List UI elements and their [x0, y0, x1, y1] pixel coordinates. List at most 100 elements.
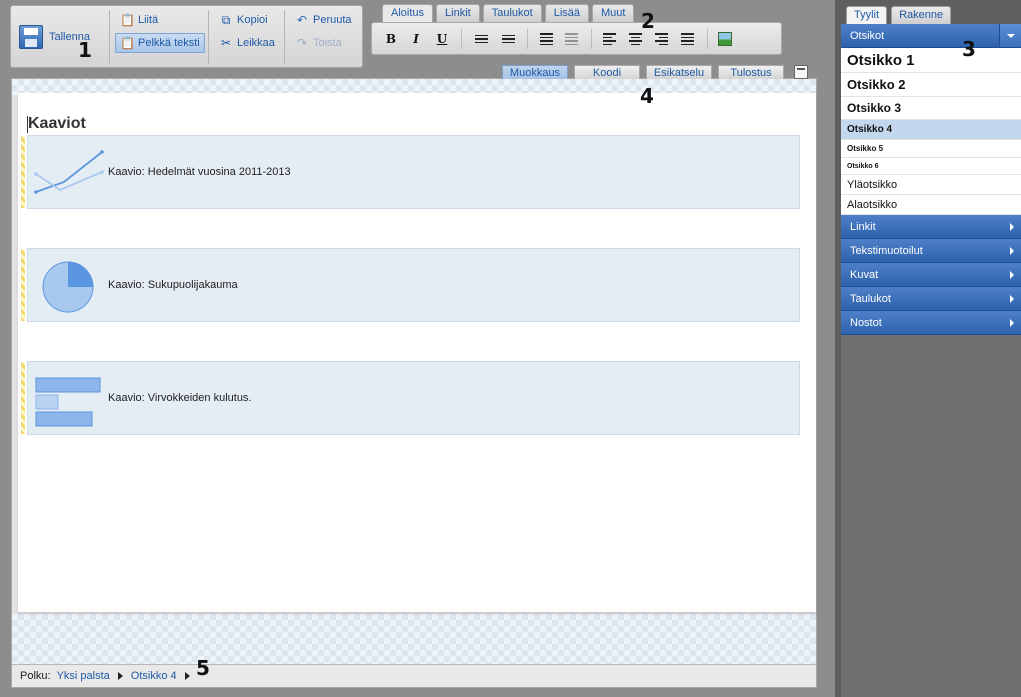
editor-mode-tabs: Muokkaus Koodi Esikatselu Tulostus: [502, 65, 808, 80]
toolbar-divider: [461, 29, 462, 49]
floppy-disk-icon: [19, 25, 43, 49]
section-label: Kuvat: [850, 269, 879, 281]
section-label: Taulukot: [850, 293, 891, 305]
toolbar-divider: [208, 10, 209, 64]
styles-panel: Otsikot Otsikko 1 Otsikko 2 Otsikko 3 Ot…: [841, 24, 1021, 697]
checker-background-bottom: [12, 614, 816, 666]
outdent-icon: [539, 33, 553, 45]
mode-tab-esikatselu[interactable]: Esikatselu: [646, 65, 712, 80]
breadcrumb-yksi-palsta[interactable]: Yksi palsta: [57, 670, 110, 682]
section-linkit[interactable]: Linkit: [841, 215, 1021, 239]
chart-block-pie[interactable]: Kaavio: Sukupuolijakauma: [21, 248, 800, 322]
toolbar-divider: [109, 10, 110, 64]
image-icon: [718, 32, 732, 46]
bullet-list-button[interactable]: [472, 30, 490, 48]
toolbar-divider: [707, 29, 708, 49]
justify-button[interactable]: [678, 30, 696, 48]
outdent-button[interactable]: [537, 30, 555, 48]
redo-icon: ↷: [296, 36, 308, 50]
tab-aloitus[interactable]: Aloitus: [382, 4, 434, 22]
chevron-down-icon[interactable]: [999, 24, 1021, 47]
indent-button[interactable]: [562, 30, 580, 48]
copy-button[interactable]: ⧉ Kopioi: [214, 10, 273, 30]
callout-4: 4: [640, 84, 654, 108]
paste-label: Liitä: [138, 14, 159, 26]
paste-plain-text-button[interactable]: 📋 Pelkkä teksti: [115, 33, 205, 53]
panel-tabs: Tyylit Rakenne: [846, 6, 952, 24]
chevron-right-icon: [1010, 295, 1014, 303]
bullet-list-icon: [474, 34, 488, 44]
tab-muut[interactable]: Muut: [592, 4, 635, 22]
insert-image-button[interactable]: [716, 30, 734, 48]
indent-icon: [564, 33, 578, 45]
style-otsikko-5[interactable]: Otsikko 5: [841, 140, 1021, 158]
align-left-icon: [602, 33, 616, 45]
cut-button[interactable]: ✂ Leikkaa: [214, 33, 280, 53]
cut-label: Leikkaa: [237, 37, 275, 49]
mode-tab-koodi[interactable]: Koodi: [574, 65, 640, 80]
style-otsikko-2[interactable]: Otsikko 2: [841, 73, 1021, 97]
numbered-list-button[interactable]: [499, 30, 517, 48]
clipboard-toolbar: Tallenna 📋 Liitä 📋 Pelkkä teksti ⧉ Kopio…: [10, 5, 363, 68]
undo-button[interactable]: ↶ Peruuta: [290, 10, 357, 30]
toolbar-divider: [527, 29, 528, 49]
callout-2: 2: [641, 9, 655, 33]
align-right-icon: [654, 33, 668, 45]
chart-caption: Kaavio: Virvokkeiden kulutus.: [108, 392, 252, 404]
chart-caption: Kaavio: Sukupuolijakauma: [108, 279, 238, 291]
section-label: Nostot: [850, 317, 882, 329]
chevron-right-icon: [1010, 223, 1014, 231]
style-otsikko-3[interactable]: Otsikko 3: [841, 97, 1021, 120]
bar-chart-icon: [35, 377, 101, 427]
toolbar-divider: [284, 10, 285, 64]
chart-block-line[interactable]: Kaavio: Hedelmät vuosina 2011-2013: [21, 135, 800, 209]
section-nostot[interactable]: Nostot: [841, 311, 1021, 335]
chevron-right-icon: [117, 672, 123, 680]
document-page[interactable]: Kaaviot Kaavio: Hedelmät vuosina 2011-20…: [18, 93, 816, 613]
style-otsikko-4[interactable]: Otsikko 4: [841, 120, 1021, 140]
align-center-icon: [628, 33, 642, 45]
italic-button[interactable]: I: [407, 30, 425, 48]
style-otsikko-6[interactable]: Otsikko 6: [841, 158, 1021, 175]
breadcrumb-otsikko-4[interactable]: Otsikko 4: [131, 670, 177, 682]
align-left-button[interactable]: [600, 30, 618, 48]
section-taulukot[interactable]: Taulukot: [841, 287, 1021, 311]
scissors-icon: ✂: [220, 36, 232, 50]
pie-chart-icon: [42, 261, 94, 313]
style-otsikko-1[interactable]: Otsikko 1: [841, 48, 1021, 73]
tab-linkit[interactable]: Linkit: [436, 4, 480, 22]
chart-block-bar[interactable]: Kaavio: Virvokkeiden kulutus.: [21, 361, 800, 435]
section-tekstimuotoilut[interactable]: Tekstimuotoilut: [841, 239, 1021, 263]
section-kuvat[interactable]: Kuvat: [841, 263, 1021, 287]
chevron-right-icon: [1010, 271, 1014, 279]
style-alaotsikko[interactable]: Alaotsikko: [841, 195, 1021, 215]
chart-caption: Kaavio: Hedelmät vuosina 2011-2013: [108, 166, 291, 178]
maximize-icon[interactable]: [794, 65, 808, 79]
justify-icon: [680, 33, 694, 45]
callout-5: 5: [196, 656, 210, 680]
chevron-right-icon: [1010, 319, 1014, 327]
style-ylaotsikko[interactable]: Yläotsikko: [841, 175, 1021, 195]
line-chart-icon: [34, 150, 104, 194]
paste-plain-label: Pelkkä teksti: [138, 37, 200, 49]
underline-button[interactable]: U: [433, 30, 451, 48]
chevron-right-icon: [184, 672, 190, 680]
path-bar: Polku: Yksi palsta Otsikko 4: [12, 664, 816, 687]
tab-tyylit[interactable]: Tyylit: [846, 6, 888, 24]
mode-tab-tulostus[interactable]: Tulostus: [718, 65, 784, 80]
redo-button[interactable]: ↷ Toista: [290, 33, 347, 53]
bold-button[interactable]: B: [382, 30, 400, 48]
clipboard-icon: 📋: [120, 13, 135, 27]
paste-button[interactable]: 📋 Liitä: [115, 10, 163, 30]
page-title[interactable]: Kaaviot: [28, 115, 86, 133]
tab-rakenne[interactable]: Rakenne: [891, 6, 952, 24]
callout-1: 1: [78, 38, 92, 62]
styles-header[interactable]: Otsikot: [841, 24, 1021, 48]
tab-lisaa[interactable]: Lisää: [544, 4, 589, 22]
copy-icon: ⧉: [221, 13, 231, 27]
tab-taulukot[interactable]: Taulukot: [482, 4, 542, 22]
section-label: Tekstimuotoilut: [850, 245, 923, 257]
toolbar-divider: [591, 29, 592, 49]
callout-3: 3: [962, 37, 976, 61]
mode-tab-muokkaus[interactable]: Muokkaus: [502, 65, 568, 80]
